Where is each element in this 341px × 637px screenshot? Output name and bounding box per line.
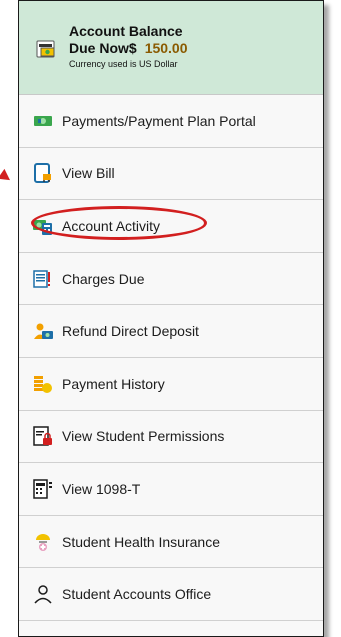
menu-item-account-activity[interactable]: Account Activity [19,200,323,253]
menu-item-label: Refund Direct Deposit [62,323,199,340]
annotation-arrow [0,168,14,186]
money-wallet-icon [35,37,59,66]
invoice-list-icon [32,268,54,290]
menu-item-label: Student Accounts Office [62,586,212,603]
coins-history-icon [32,373,54,395]
menu-item-label: Account Activity [62,217,161,234]
menu-item-label: Charges Due [62,270,145,287]
document-lock-icon [32,425,54,447]
menu-item-student-health-insurance[interactable]: Student Health Insurance [19,516,323,569]
menu-item-charges-due[interactable]: Charges Due [19,253,323,306]
menu-item-label: Payments/Payment Plan Portal [62,112,256,129]
person-refund-icon [32,320,54,342]
health-insurance-icon [32,531,54,553]
menu-item-label: View Bill [62,165,115,182]
due-now-label: Due Now$ [69,40,137,56]
menu-item-view-student-permissions[interactable]: View Student Permissions [19,411,323,464]
account-balance-tile[interactable]: Account Balance Due Now$ 150.00 Currency … [19,1,323,95]
menu-item-label: View Student Permissions [62,428,225,445]
menu-item-payments-portal[interactable]: Payments/Payment Plan Portal [19,95,323,148]
menu-item-view-1098-t[interactable]: View 1098-T [19,463,323,516]
menu-item-view-bill[interactable]: View Bill [19,148,323,201]
cash-payment-icon [32,110,54,132]
menu-item-refund-direct-deposit[interactable]: Refund Direct Deposit [19,305,323,358]
menu-item-student-accounts-office[interactable]: Student Accounts Office [19,568,323,621]
account-balance-title: Account Balance [69,23,183,39]
due-now-amount: 150.00 [144,40,188,56]
account-menu-panel: Account Balance Due Now$ 150.00 Currency … [18,0,324,637]
person-office-icon [32,583,54,605]
currency-note: Currency used is US Dollar [69,59,178,69]
money-calculator-icon [32,215,54,237]
due-now-line: Due Now$ 150.00 [69,40,188,56]
tax-form-icon [32,478,54,500]
menu-item-payment-history[interactable]: Payment History [19,358,323,411]
device-bill-icon [32,162,54,184]
menu-item-label: View 1098-T [62,480,141,497]
menu-item-label: Student Health Insurance [62,533,220,550]
menu-item-label: Payment History [62,375,165,392]
